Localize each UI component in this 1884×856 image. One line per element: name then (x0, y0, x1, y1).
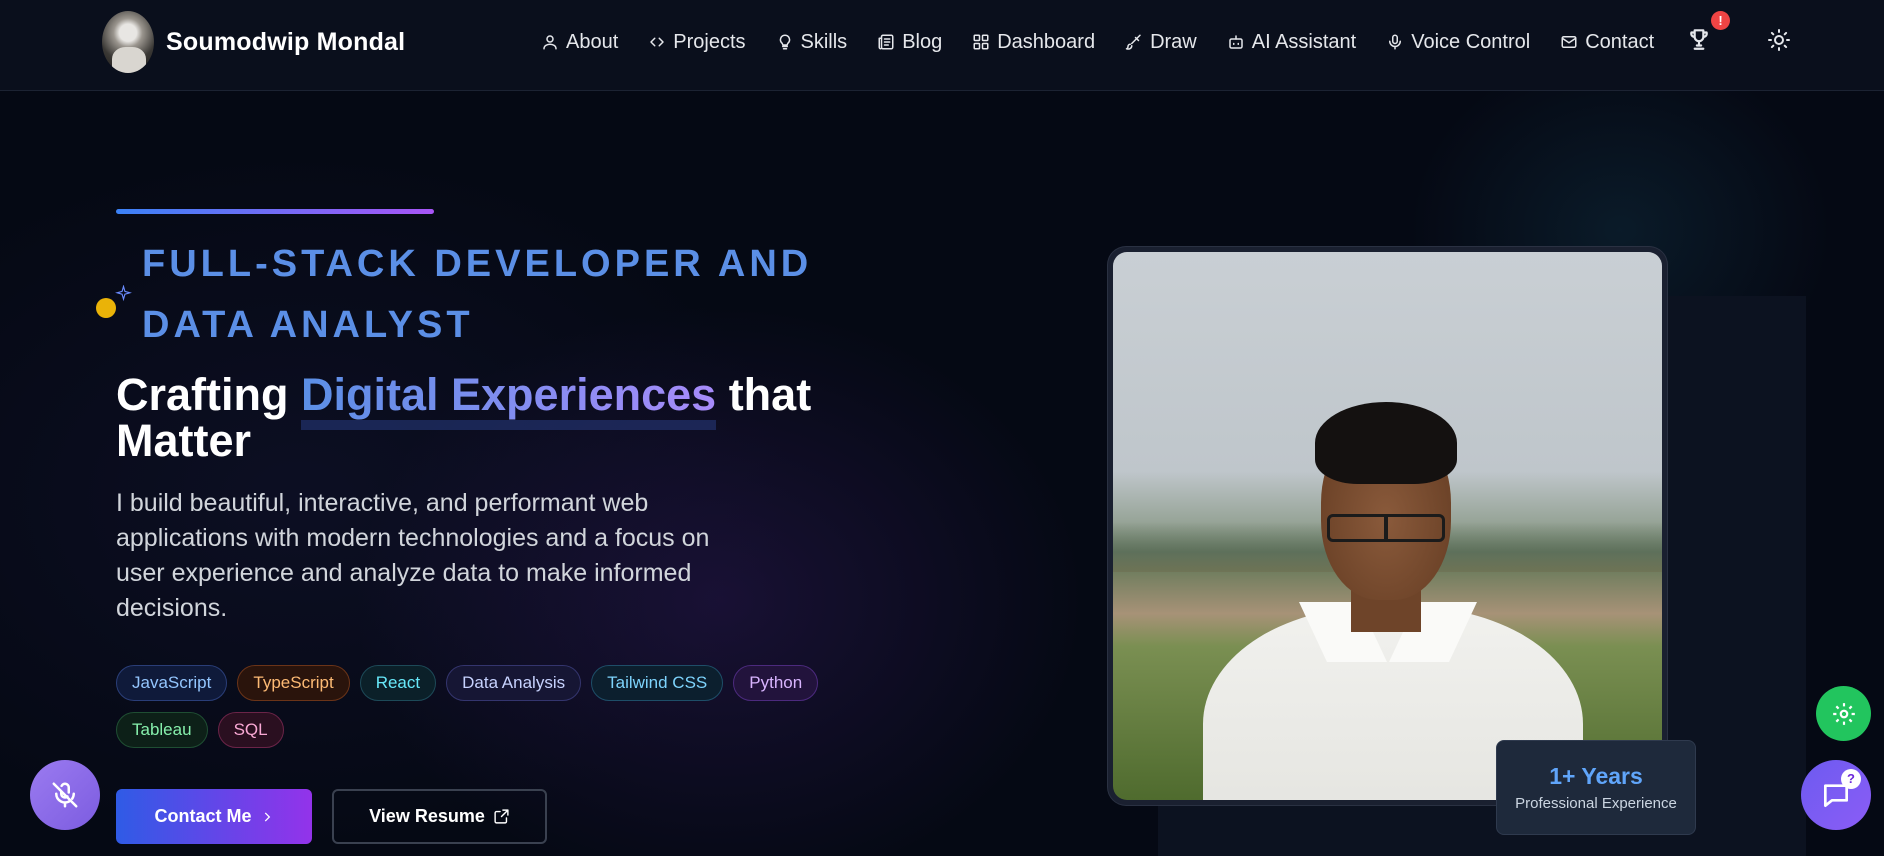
photo-glasses (1327, 514, 1445, 542)
profile-photo (1113, 252, 1662, 800)
brand-name: Soumodwip Mondal (166, 27, 406, 56)
user-icon (543, 35, 557, 50)
mic-icon (1389, 34, 1402, 50)
skill-tag: Data Analysis (446, 665, 582, 701)
nav-item-voice-control[interactable]: Voice Control (1386, 26, 1530, 58)
skill-tag: Tableau (116, 712, 208, 748)
decorative-dot (96, 298, 116, 318)
mail-icon (1561, 36, 1577, 48)
brand[interactable]: Soumodwip Mondal (102, 10, 405, 74)
notification-badge: ! (1711, 11, 1730, 30)
skill-tag: JavaScript (116, 665, 228, 701)
view-resume-label: View Resume (369, 806, 485, 826)
headline-prefix: Crafting (116, 369, 301, 420)
trophy-icon (1690, 29, 1708, 50)
settings-button[interactable] (1816, 686, 1871, 741)
achievements-button[interactable] (1686, 26, 1716, 56)
bot-icon (1228, 35, 1243, 49)
nav-item-draw[interactable]: Draw (1125, 26, 1197, 58)
mic-off-icon (52, 782, 78, 808)
skill-tag: React (359, 665, 437, 701)
theme-toggle-button[interactable] (1767, 28, 1793, 54)
nav-links: About Projects Skills Blog Dashboard Dra… (541, 26, 1654, 58)
nav-item-projects[interactable]: Projects (648, 26, 746, 58)
hero-headline: Crafting Digital Experiences that Matter (116, 369, 876, 464)
nav-item-label: Blog (902, 30, 943, 53)
chevron-right-icon (264, 811, 270, 822)
code-icon (650, 37, 665, 47)
top-navbar: Soumodwip Mondal About Projects Skills B… (0, 0, 1884, 91)
nav-item-label: Skills (800, 30, 848, 53)
skill-tag: Tailwind CSS (591, 665, 724, 701)
skill-tag: Python (733, 665, 819, 701)
nav-item-label: AI Assistant (1251, 30, 1357, 53)
nav-item-label: Voice Control (1411, 30, 1531, 53)
lightbulb-icon (779, 34, 790, 50)
nav-item-label: Contact (1585, 30, 1655, 53)
experience-label: Professional Experience (1515, 795, 1677, 812)
grid-icon (973, 34, 989, 50)
profile-photo-frame (1108, 247, 1667, 805)
hero-description: I build beautiful, interactive, and perf… (116, 489, 710, 622)
sparkle-icon (115, 284, 132, 302)
sun-icon (1768, 29, 1790, 51)
headline-highlight: Digital Experiences (301, 369, 717, 430)
brush-icon (1125, 34, 1141, 50)
experience-years: 1+ Years (1549, 763, 1643, 789)
photo-hair (1315, 402, 1457, 484)
skill-tag: SQL (217, 712, 284, 748)
nav-item-label: Dashboard (997, 30, 1096, 53)
nav-item-label: Draw (1150, 30, 1197, 53)
contact-me-label: Contact Me (154, 806, 252, 826)
nav-item-label: About (566, 30, 619, 53)
nav-item-dashboard[interactable]: Dashboard (972, 26, 1095, 58)
chat-help-badge: ? (1841, 769, 1861, 789)
newspaper-icon (878, 34, 894, 50)
experience-card: 1+ Years Professional Experience (1496, 740, 1696, 835)
nav-item-blog[interactable]: Blog (877, 26, 942, 58)
nav-item-ai-assistant[interactable]: AI Assistant (1227, 26, 1357, 58)
nav-item-label: Projects (673, 30, 746, 53)
view-resume-button[interactable]: View Resume (332, 789, 547, 844)
skill-tag: TypeScript (237, 665, 350, 701)
nav-item-contact[interactable]: Contact (1560, 26, 1654, 58)
avatar (102, 11, 154, 73)
role-title: FULL-STACK DEVELOPER AND DATA ANALYST (142, 243, 813, 346)
contact-me-button[interactable]: Contact Me (116, 789, 312, 844)
voice-toggle-button[interactable] (30, 760, 100, 830)
gear-icon (1832, 702, 1855, 725)
nav-item-about[interactable]: About (541, 26, 618, 58)
chat-button[interactable] (1801, 760, 1871, 830)
nav-item-skills[interactable]: Skills (776, 26, 848, 58)
skill-tags: JavaScript TypeScript React Data Analysi… (116, 665, 876, 759)
external-link-icon (494, 809, 509, 824)
accent-line (116, 209, 434, 214)
